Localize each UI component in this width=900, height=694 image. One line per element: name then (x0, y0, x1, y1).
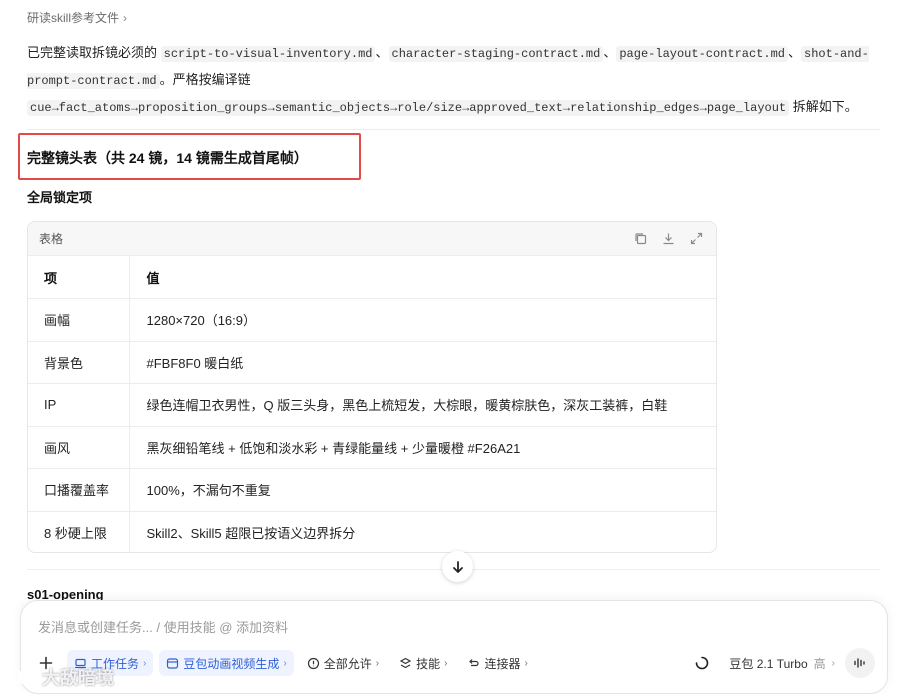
model-selector[interactable]: 豆包 2.1 Turbo 高 › (695, 655, 835, 672)
table-cell-value: Skill2、Skill5 超限已按语义边界拆分 (146, 526, 356, 541)
chevron-right-icon: › (524, 657, 528, 669)
table-cell-key: 画幅 (28, 298, 130, 342)
table-header-bar: 表格 (28, 222, 716, 256)
chip-video-generation[interactable]: 豆包动画视频生成 › (159, 650, 294, 676)
global-locks-table: 项 值 画幅 1280×720（16:9） 背景色 #FBF8F0 暖白纸 IP… (28, 256, 716, 552)
watermark: 大敌暗境 (4, 664, 114, 690)
composer-input[interactable]: 发消息或创建任务... / 使用技能 @ 添加资料 (38, 617, 288, 636)
intro-middle: 。严格按编译链 (159, 72, 251, 87)
table-cell-value: 100%，不漏句不重复 (129, 468, 716, 512)
chevron-right-icon: › (143, 657, 147, 669)
intro-sep-2: 、 (603, 45, 617, 60)
table-cell-key: 画风 (28, 426, 130, 469)
table-cell-key: 背景色 (28, 341, 130, 384)
table-cell-value: 黑灰细铅笔线 + 低饱和淡水彩 + 青绿能量线 + 少量暖橙 #F26A21 (129, 426, 716, 469)
waveform-icon (854, 658, 865, 668)
table-label: 表格 (39, 232, 64, 246)
column-header-item: 项 (28, 256, 130, 299)
scroll-to-bottom-button[interactable] (442, 551, 473, 582)
column-header-value: 值 (129, 256, 716, 299)
intro-prefix: 已完整读取拆镜必须的 (27, 45, 158, 60)
table-row: 画幅 1280×720（16:9） (28, 298, 716, 342)
intro-sep-3: 、 (788, 45, 802, 60)
intro-suffix: 拆解如下。 (792, 99, 858, 114)
breadcrumb-label[interactable]: 研读skill参考文件 (27, 9, 119, 26)
chip-skills[interactable]: 技能 › (392, 650, 454, 676)
chip-skills-label: 技能 (416, 656, 441, 671)
file-code-1: script-to-visual-inventory.md (160, 46, 376, 62)
voice-input-button[interactable] (845, 648, 875, 678)
watermark-text: 大敌暗境 (42, 668, 114, 688)
intro-sep-1: 、 (375, 45, 389, 60)
layers-icon (399, 657, 412, 668)
copy-icon[interactable] (632, 231, 648, 247)
connector-icon (469, 658, 480, 666)
table-cell-key: 口播覆盖率 (28, 468, 130, 512)
intro-paragraph: 已完整读取拆镜必须的 script-to-visual-inventory.md… (27, 40, 877, 121)
chevron-right-icon: › (375, 657, 380, 669)
chevron-right-icon: › (831, 657, 835, 669)
breadcrumb[interactable]: 研读skill参考文件 › (27, 9, 127, 26)
arrow-down-icon (452, 560, 463, 573)
table-row: 8 秒硬上限 Skill2、Skill5 超限已按语义边界拆分 (28, 511, 716, 552)
composer-toolbar: 工作任务 › 豆包动画视频生成 › 全部允许 › 技能 › 连接器 › 豆包 2… (35, 648, 875, 678)
info-circle-icon (307, 657, 319, 669)
chevron-right-icon: › (123, 10, 127, 25)
expand-icon[interactable] (688, 231, 704, 247)
file-code-2: character-staging-contract.md (388, 46, 604, 62)
section-divider (27, 129, 880, 130)
table-cell-key: 8 秒硬上限 (28, 511, 130, 552)
model-name: 豆包 2.1 Turbo (729, 656, 808, 671)
download-icon[interactable] (660, 231, 676, 247)
file-code-3: page-layout-contract.md (616, 46, 788, 62)
table-row: IP 绿色连帽卫衣男性，Q 版三头身，黑色上梳短发，大棕眼，暖黄棕肤色，深灰工装… (28, 383, 716, 427)
global-locks-table-card: 表格 项 值 画幅 1280×720（16:9） 背景色 #FBF8F0 暖白纸 (27, 221, 717, 553)
chip-connectors[interactable]: 连接器 › (460, 650, 534, 676)
app-window-icon (167, 657, 179, 669)
watermark-logo (6, 669, 34, 685)
table-row: 背景色 #FBF8F0 暖白纸 (28, 341, 716, 384)
chevron-right-icon: › (444, 657, 448, 669)
chip-allow-all-label: 全部允许 (323, 656, 372, 671)
table-header-row: 项 值 (28, 256, 716, 299)
chip-allow-all[interactable]: 全部允许 › (300, 650, 386, 676)
table-row: 画风 黑灰细铅笔线 + 低饱和淡水彩 + 青绿能量线 + 少量暖橙 #F26A2… (28, 426, 716, 469)
loading-spinner-icon (696, 656, 709, 670)
chip-connectors-label: 连接器 (484, 656, 521, 671)
compile-chain-code: cue→fact_atoms→proposition_groups→semant… (27, 100, 790, 116)
global-locks-subheading: 全局锁定项 (27, 190, 93, 205)
chevron-right-icon: › (283, 657, 287, 669)
message-composer: 发消息或创建任务... / 使用技能 @ 添加资料 工作任务 › 豆包动画视频生… (20, 600, 888, 694)
table-cell-value: 绿色连帽卫衣男性，Q 版三头身，黑色上梳短发，大棕眼，暖黄棕肤色，深灰工装裤，白… (129, 383, 716, 427)
table-row: 口播覆盖率 100%，不漏句不重复 (28, 468, 716, 512)
table-cell-value: 1280×720（16:9） (129, 298, 716, 342)
shot-table-heading: 完整镜头表（共 24 镜，14 镜需生成首尾帧） (27, 150, 308, 166)
table-cell-key: IP (28, 383, 130, 427)
model-tier: 高 (813, 656, 826, 671)
table-cell-value: #FBF8F0 暖白纸 (129, 341, 716, 384)
chip-video-generation-label: 豆包动画视频生成 (183, 656, 280, 671)
